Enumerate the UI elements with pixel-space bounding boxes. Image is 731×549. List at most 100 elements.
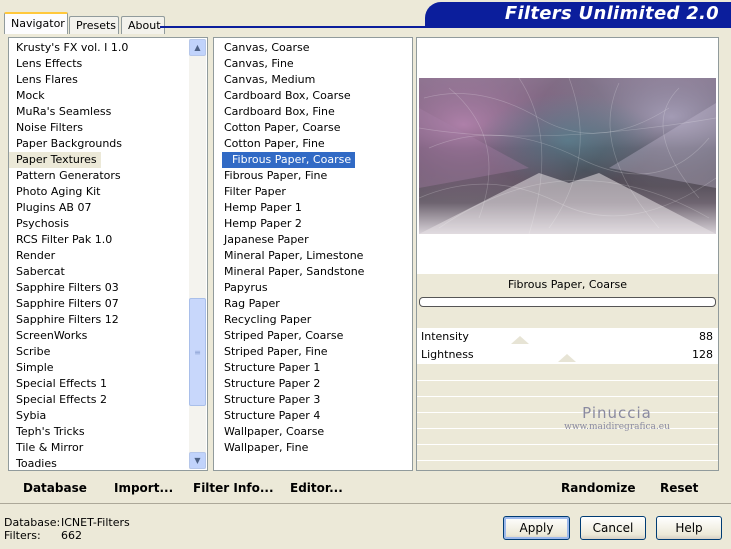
category-list-item[interactable]: Noise Filters xyxy=(9,120,207,136)
banner-underline xyxy=(160,26,731,28)
filter-list-item[interactable]: Cotton Paper, Coarse xyxy=(214,120,412,136)
grip-icon: ≡ xyxy=(194,347,201,357)
category-list-item[interactable]: Tile & Mirror xyxy=(9,440,207,456)
filters-status-label: Filters: xyxy=(4,529,41,542)
empty-param-row xyxy=(417,444,718,445)
filter-list-item[interactable]: Hemp Paper 1 xyxy=(214,200,412,216)
filter-list-item[interactable]: Canvas, Fine xyxy=(214,56,412,72)
category-list-item[interactable]: Teph's Tricks xyxy=(9,424,207,440)
filter-list-item[interactable]: Papyrus xyxy=(214,280,412,296)
filter-list-item[interactable]: Structure Paper 3 xyxy=(214,392,412,408)
lightness-label: Lightness xyxy=(421,348,474,361)
filter-list-item[interactable]: Structure Paper 2 xyxy=(214,376,412,392)
category-list-item[interactable]: Toadies xyxy=(9,456,207,472)
param-row-intensity[interactable]: Intensity 88 xyxy=(417,328,718,346)
randomize-button[interactable]: Randomize xyxy=(561,481,635,495)
intensity-label: Intensity xyxy=(421,330,469,343)
filter-list-item[interactable]: Recycling Paper xyxy=(214,312,412,328)
filters-status-value: 662 xyxy=(61,529,82,542)
category-list-panel[interactable]: Krusty's FX vol. I 1.0 Lens Effects Lens F… xyxy=(8,37,208,471)
filter-list-item[interactable]: Structure Paper 4 xyxy=(214,408,412,424)
tab-presets[interactable]: Presets xyxy=(69,16,119,34)
app-title: Filters Unlimited 2.0 xyxy=(504,3,719,24)
param-row-lightness[interactable]: Lightness 128 xyxy=(417,346,718,364)
intensity-slider-marker[interactable] xyxy=(511,336,529,344)
chevron-down-icon: ▼ xyxy=(194,456,201,465)
tab-about[interactable]: About xyxy=(121,16,165,34)
database-button[interactable]: Database xyxy=(23,481,87,495)
category-list-item[interactable]: Mock xyxy=(9,88,207,104)
filter-list-item[interactable]: Wallpaper, Coarse xyxy=(214,424,412,440)
category-list-item[interactable]: Lens Flares xyxy=(9,72,207,88)
category-list-item[interactable]: Pattern Generators xyxy=(9,168,207,184)
category-list[interactable]: Krusty's FX vol. I 1.0 Lens Effects Lens F… xyxy=(9,40,207,472)
separator xyxy=(0,503,731,504)
category-scrollbar[interactable]: ▲ ≡ ▼ xyxy=(189,39,206,469)
filter-list-item[interactable]: Striped Paper, Coarse xyxy=(214,328,412,344)
import-button[interactable]: Import... xyxy=(114,481,173,495)
category-list-item[interactable]: Krusty's FX vol. I 1.0 xyxy=(9,40,207,56)
filter-list[interactable]: Canvas, Coarse Canvas, Fine Canvas, Medium… xyxy=(214,40,412,456)
title-banner: Filters Unlimited 2.0 xyxy=(425,2,731,26)
help-button[interactable]: Help xyxy=(656,516,722,540)
category-list-item[interactable]: Sabercat xyxy=(9,264,207,280)
filter-list-item[interactable]: Fibrous Paper, Coarse xyxy=(222,152,356,168)
category-list-item[interactable]: MuRa's Seamless xyxy=(9,104,207,120)
filter-list-item[interactable]: Mineral Paper, Limestone xyxy=(214,248,412,264)
category-list-item[interactable]: Special Effects 2 xyxy=(9,392,207,408)
filter-list-item[interactable]: Striped Paper, Fine xyxy=(214,344,412,360)
category-list-item[interactable]: Special Effects 1 xyxy=(9,376,207,392)
filter-list-item[interactable]: Cardboard Box, Coarse xyxy=(214,88,412,104)
category-list-item[interactable]: Sybia xyxy=(9,408,207,424)
filter-list-item[interactable]: Rag Paper xyxy=(214,296,412,312)
empty-param-row xyxy=(417,460,718,461)
progress-bar xyxy=(419,297,716,307)
category-list-item[interactable]: Photo Aging Kit xyxy=(9,184,207,200)
category-list-item[interactable]: Scribe xyxy=(9,344,207,360)
filter-info-button[interactable]: Filter Info... xyxy=(193,481,274,495)
scroll-thumb[interactable]: ≡ xyxy=(189,298,206,406)
bottom-toolbar: Database Import... Filter Info... Editor… xyxy=(0,477,731,499)
category-list-item[interactable]: RCS Filter Pak 1.0 xyxy=(9,232,207,248)
preview-panel: Fibrous Paper, Coarse Intensity 88 Light… xyxy=(416,37,719,471)
category-list-item[interactable]: Lens Effects xyxy=(9,56,207,72)
lightness-value: 128 xyxy=(692,348,713,361)
filter-list-item[interactable]: Canvas, Coarse xyxy=(214,40,412,56)
watermark-url: www.maidiregrafica.eu xyxy=(564,422,670,432)
watermark-name: Pinuccia xyxy=(582,404,652,422)
category-list-item[interactable]: Plugins AB 07 xyxy=(9,200,207,216)
scroll-up-button[interactable]: ▲ xyxy=(189,39,206,56)
filter-list-item[interactable]: Japanese Paper xyxy=(214,232,412,248)
category-list-item[interactable]: Psychosis xyxy=(9,216,207,232)
filter-list-item[interactable]: Wallpaper, Fine xyxy=(214,440,412,456)
category-list-item[interactable]: Simple xyxy=(9,360,207,376)
filter-list-item[interactable]: Cotton Paper, Fine xyxy=(214,136,412,152)
filter-list-item[interactable]: Filter Paper xyxy=(214,184,412,200)
category-list-item[interactable]: Sapphire Filters 03 xyxy=(9,280,207,296)
filter-list-item[interactable]: Hemp Paper 2 xyxy=(214,216,412,232)
filter-list-item[interactable]: Fibrous Paper, Fine xyxy=(214,168,412,184)
filter-list-item[interactable]: Canvas, Medium xyxy=(214,72,412,88)
filter-list-panel[interactable]: Canvas, Coarse Canvas, Fine Canvas, Medium… xyxy=(213,37,413,471)
category-list-item[interactable]: Sapphire Filters 12 xyxy=(9,312,207,328)
database-status-label: Database: xyxy=(4,516,61,529)
empty-param-row xyxy=(417,380,718,381)
category-list-item[interactable]: Paper Textures xyxy=(9,152,101,168)
reset-button[interactable]: Reset xyxy=(660,481,698,495)
category-list-item[interactable]: ScreenWorks xyxy=(9,328,207,344)
lightness-slider-marker[interactable] xyxy=(558,354,576,362)
cancel-button[interactable]: Cancel xyxy=(580,516,646,540)
editor-button[interactable]: Editor... xyxy=(290,481,343,495)
apply-button[interactable]: Apply xyxy=(503,516,570,540)
filter-list-item[interactable]: Cardboard Box, Fine xyxy=(214,104,412,120)
scroll-down-button[interactable]: ▼ xyxy=(189,452,206,469)
category-list-item[interactable]: Sapphire Filters 07 xyxy=(9,296,207,312)
fibrous-texture-image xyxy=(419,78,716,234)
selected-filter-name: Fibrous Paper, Coarse xyxy=(507,278,628,291)
category-list-item[interactable]: Paper Backgrounds xyxy=(9,136,207,152)
filter-list-item[interactable]: Mineral Paper, Sandstone xyxy=(214,264,412,280)
database-status-value: ICNET-Filters xyxy=(61,516,130,529)
tab-navigator[interactable]: Navigator xyxy=(4,12,68,34)
filter-list-item[interactable]: Structure Paper 1 xyxy=(214,360,412,376)
category-list-item[interactable]: Render xyxy=(9,248,207,264)
